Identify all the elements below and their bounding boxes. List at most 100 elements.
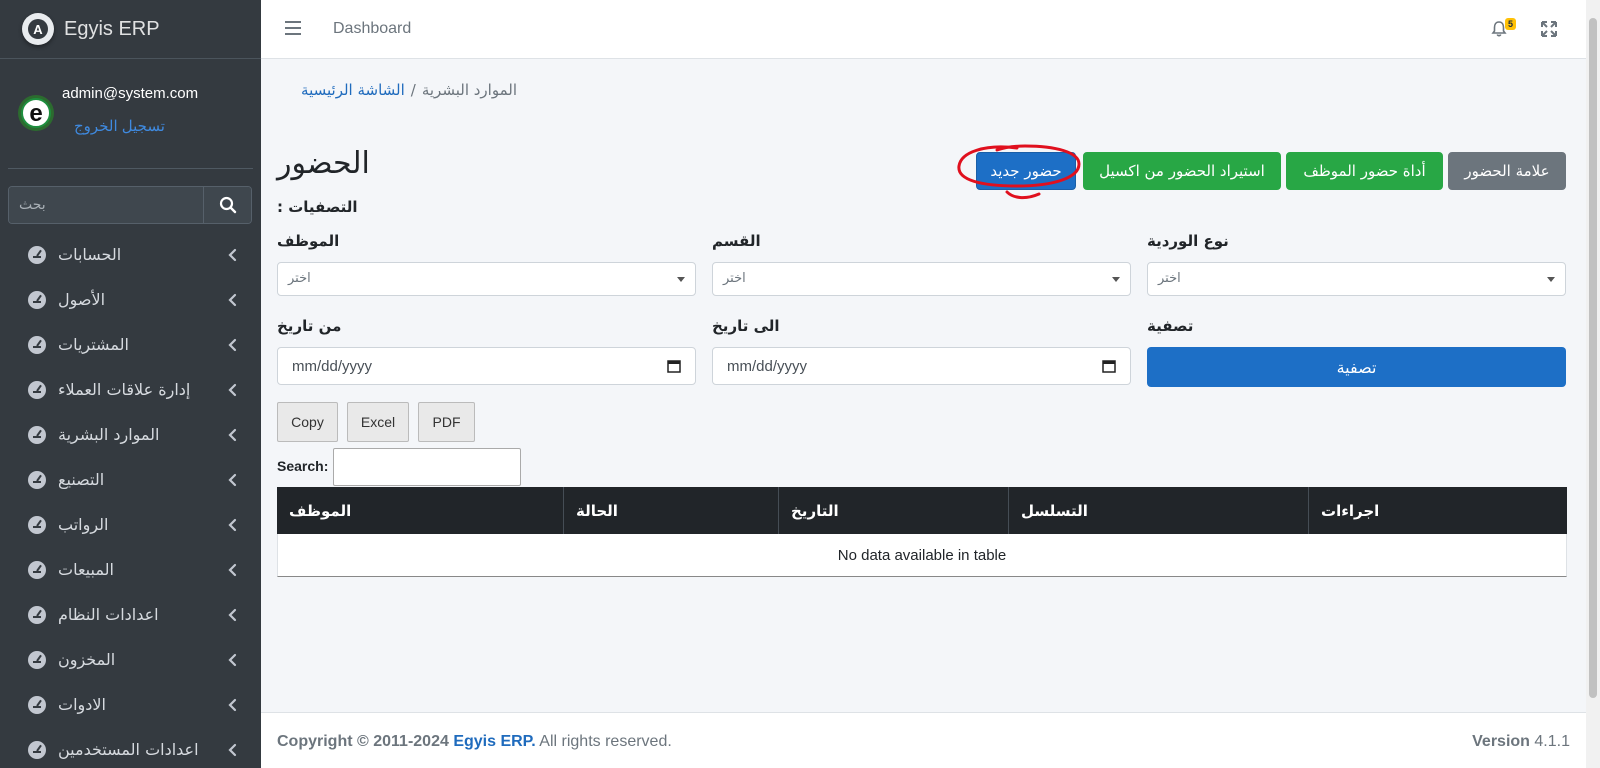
department-label: القسم	[712, 232, 761, 250]
employee-select-value: اختر	[288, 271, 311, 286]
sidebar-item-label: اعدادات النظام	[58, 605, 159, 624]
to-date-input[interactable]: mm/dd/yyyy	[712, 347, 1131, 385]
dashboard-gauge-icon	[28, 515, 46, 534]
dropdown-arrow-icon	[677, 277, 685, 282]
page-title: الحضور	[277, 146, 370, 181]
dashboard-gauge-icon	[28, 560, 46, 579]
brand-link[interactable]: A Egyis ERP	[0, 0, 261, 59]
dashboard-gauge-icon	[28, 380, 46, 399]
dashboard-gauge-icon	[28, 245, 46, 264]
calendar-icon[interactable]	[1102, 359, 1116, 373]
copy-button[interactable]: Copy	[277, 402, 338, 442]
sidebar-search	[8, 186, 252, 224]
sidebar-item[interactable]: اعدادات النظام	[8, 592, 252, 637]
table-search-label: Search:	[277, 458, 329, 474]
sidebar-item-label: الحسابات	[58, 245, 122, 264]
sidebar-item[interactable]: الحسابات	[8, 232, 252, 277]
copyright-text: Copyright © 2011-2024 Egyis ERP. All rig…	[277, 733, 672, 751]
sidebar-item-label: الرواتب	[58, 515, 109, 534]
employee-attendance-tool-button[interactable]: أداة حضور الموظف	[1286, 152, 1443, 190]
from-date-label: من تاريخ	[277, 317, 342, 335]
sidebar: A Egyis ERP e admin@system.com تسجيل الخ…	[0, 0, 261, 768]
new-attendance-button[interactable]: حضور جديد	[976, 152, 1076, 190]
pdf-button[interactable]: PDF	[418, 402, 475, 442]
import-excel-button[interactable]: استيراد الحضور من اكسيل	[1083, 152, 1281, 190]
chevron-left-icon	[226, 698, 240, 712]
breadcrumb-home-link[interactable]: الشاشة الرئيسية	[301, 81, 405, 99]
logout-link[interactable]: تسجيل الخروج	[74, 117, 165, 135]
column-header-status[interactable]: الحالة	[564, 487, 779, 534]
chevron-left-icon	[226, 383, 240, 397]
chevron-left-icon	[226, 293, 240, 307]
scrollbar-thumb[interactable]	[1589, 18, 1597, 698]
shift-type-select[interactable]: اختر	[1147, 262, 1566, 296]
sidebar-item[interactable]: المبيعات	[8, 547, 252, 592]
dashboard-gauge-icon	[28, 470, 46, 489]
top-navbar: Dashboard 5	[261, 0, 1586, 59]
dashboard-gauge-icon	[28, 425, 46, 444]
column-header-actions[interactable]: اجراءات	[1309, 487, 1567, 534]
sidebar-item-label: المخزون	[58, 650, 116, 669]
sidebar-item-label: المبيعات	[58, 560, 114, 579]
shift-type-label: نوع الوردية	[1147, 232, 1229, 250]
dashboard-gauge-icon	[28, 695, 46, 714]
table-search-input[interactable]	[333, 448, 521, 486]
sidebar-item-label: التصنيع	[58, 470, 105, 489]
mark-attendance-button[interactable]: علامة الحضور	[1448, 152, 1566, 190]
dashboard-gauge-icon	[28, 650, 46, 669]
employee-select[interactable]: اختر	[277, 262, 696, 296]
sidebar-item-label: الموارد البشرية	[58, 425, 160, 444]
hamburger-menu-icon[interactable]	[285, 21, 301, 35]
dropdown-arrow-icon	[1547, 277, 1555, 282]
to-date-value: mm/dd/yyyy	[727, 358, 808, 375]
dashboard-gauge-icon	[28, 290, 46, 309]
sidebar-item[interactable]: التصنيع	[8, 457, 252, 502]
brand-name: Egyis ERP	[64, 17, 160, 40]
search-icon[interactable]	[203, 187, 251, 223]
dashboard-link[interactable]: Dashboard	[333, 20, 411, 38]
sidebar-search-input[interactable]	[9, 187, 203, 223]
breadcrumb-separator: /	[410, 81, 416, 99]
sidebar-item[interactable]: اعدادات المستخدمين	[8, 727, 252, 768]
column-header-employee[interactable]: الموظف	[277, 487, 564, 534]
sidebar-item[interactable]: الرواتب	[8, 502, 252, 547]
department-select-value: اختر	[723, 271, 746, 286]
table-empty-row: No data available in table	[277, 534, 1567, 577]
chevron-left-icon	[226, 338, 240, 352]
copyright-prefix: Copyright © 2011-2024	[277, 733, 449, 750]
sidebar-item-label: الأصول	[58, 290, 106, 309]
from-date-input[interactable]: mm/dd/yyyy	[277, 347, 696, 385]
sidebar-item[interactable]: المشتريات	[8, 322, 252, 367]
sidebar-item[interactable]: الأصول	[8, 277, 252, 322]
sidebar-item[interactable]: الموارد البشرية	[8, 412, 252, 457]
breadcrumb: الموارد البشرية / الشاشة الرئيسية	[277, 81, 517, 99]
footer: Copyright © 2011-2024 Egyis ERP. All rig…	[261, 712, 1586, 768]
to-date-label: الى تاريخ	[712, 317, 780, 335]
sidebar-item-label: اعدادات المستخدمين	[58, 740, 199, 759]
filter-label: تصفية	[1147, 317, 1194, 335]
sidebar-item[interactable]: إدارة علاقات العملاء	[8, 367, 252, 412]
calendar-icon[interactable]	[667, 359, 681, 373]
version-label: Version	[1472, 733, 1530, 750]
excel-button[interactable]: Excel	[347, 402, 409, 442]
chevron-left-icon	[226, 743, 240, 757]
department-select[interactable]: اختر	[712, 262, 1131, 296]
fullscreen-icon[interactable]	[1541, 21, 1557, 37]
chevron-left-icon	[226, 608, 240, 622]
chevron-left-icon	[226, 518, 240, 532]
brand-logo-icon: A	[22, 13, 54, 45]
column-header-sequence[interactable]: التسلسل	[1009, 487, 1309, 534]
dashboard-gauge-icon	[28, 740, 46, 759]
dropdown-arrow-icon	[1112, 277, 1120, 282]
footer-company-link[interactable]: Egyis ERP.	[453, 733, 535, 750]
chevron-left-icon	[226, 428, 240, 442]
sidebar-item[interactable]: الادوات	[8, 682, 252, 727]
sidebar-item[interactable]: المخزون	[8, 637, 252, 682]
column-header-date[interactable]: التاريخ	[779, 487, 1009, 534]
filter-button[interactable]: تصفية	[1147, 347, 1566, 387]
shift-type-select-value: اختر	[1158, 271, 1181, 286]
breadcrumb-current: الموارد البشرية	[421, 81, 517, 99]
page-scrollbar[interactable]	[1586, 0, 1600, 768]
dashboard-gauge-icon	[28, 335, 46, 354]
chevron-left-icon	[226, 653, 240, 667]
